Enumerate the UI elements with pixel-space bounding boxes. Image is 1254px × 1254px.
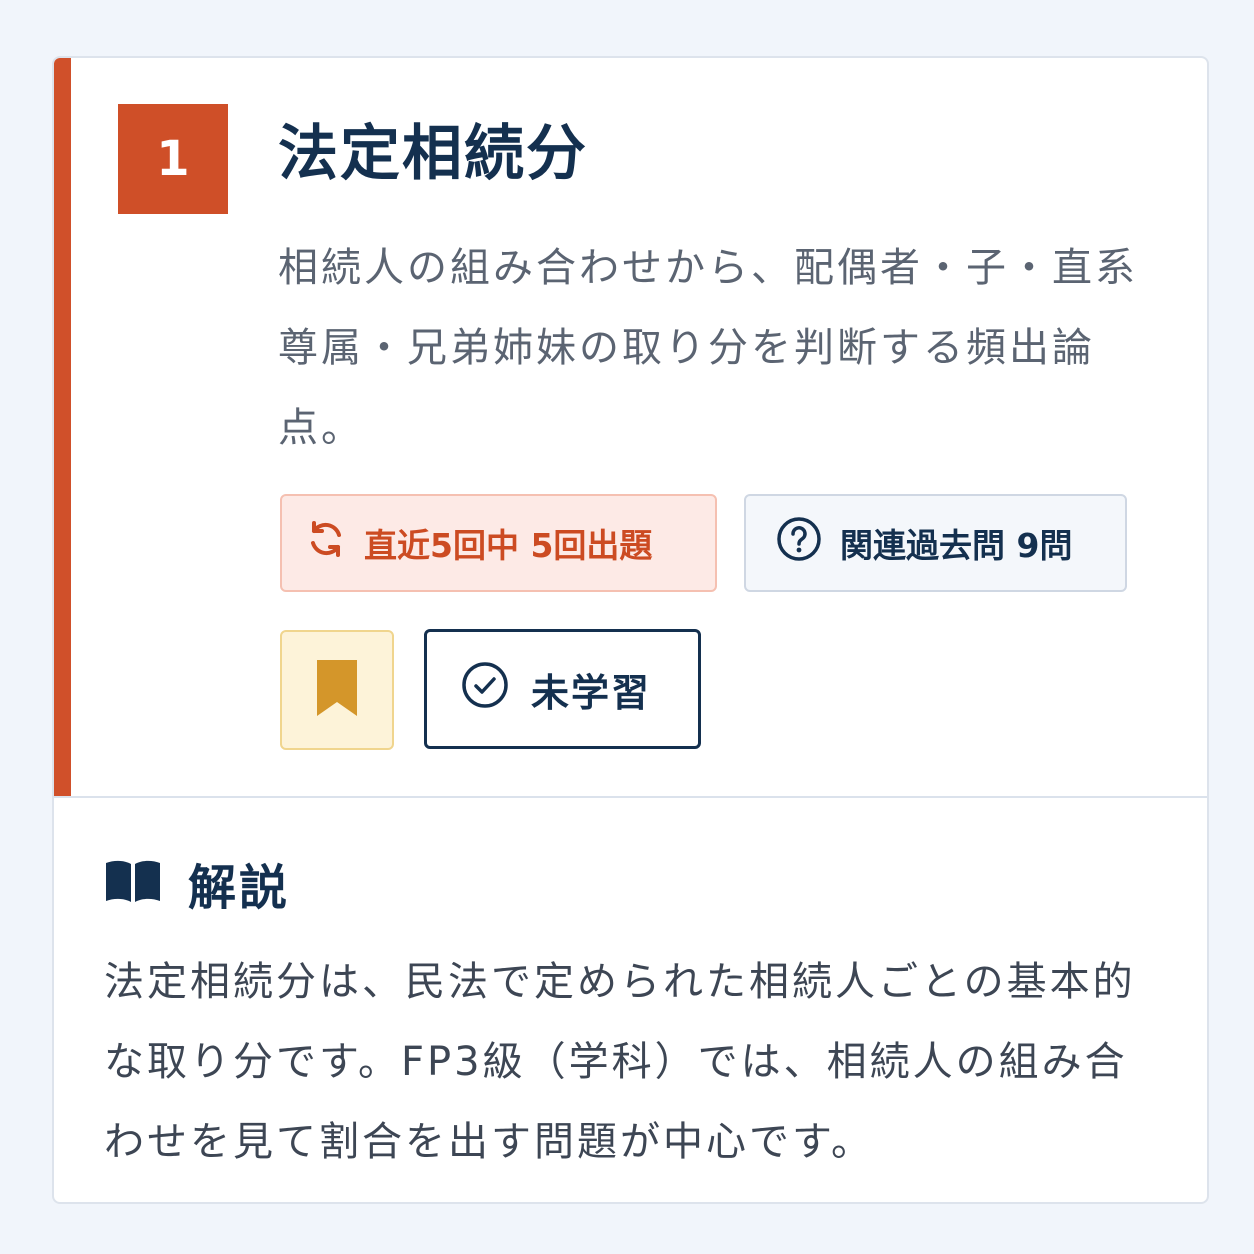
book-icon xyxy=(104,859,162,907)
topic-summary: 1 法定相続分 相続人の組み合わせから、配偶者・子・直系尊属・兄弟姉妹の取り分を… xyxy=(54,58,1207,798)
topic-description: 相続人の組み合わせから、配偶者・子・直系尊属・兄弟姉妹の取り分を判断する頻出論点… xyxy=(278,245,1138,451)
accent-bar xyxy=(54,58,71,798)
explanation-header: 解説 xyxy=(104,848,290,918)
bookmark-button[interactable] xyxy=(280,630,394,750)
frequency-label: 直近5回中 5回出題 xyxy=(364,526,653,565)
check-circle-icon xyxy=(461,661,509,718)
topic-number-badge: 1 xyxy=(118,104,228,214)
topic-title: 法定相続分 xyxy=(278,119,588,189)
refresh-icon xyxy=(306,519,346,567)
related-questions-label: 関連過去問 9問 xyxy=(840,526,1073,565)
explanation-body: 法定相続分は、民法で定められた相続人ごとの基本的な取り分です。FP3級（学科）で… xyxy=(104,959,1136,1165)
study-status-button[interactable]: 未学習 xyxy=(424,629,701,749)
bookmark-icon xyxy=(317,660,357,720)
section-divider xyxy=(54,796,1207,798)
question-circle-icon xyxy=(776,516,822,570)
related-questions-link[interactable]: 関連過去問 9問 xyxy=(744,494,1127,592)
study-status-label: 未学習 xyxy=(531,670,652,715)
topic-card: 1 法定相続分 相続人の組み合わせから、配偶者・子・直系尊属・兄弟姉妹の取り分を… xyxy=(52,56,1209,1204)
explanation-heading: 解説 xyxy=(188,860,291,916)
frequency-badge: 直近5回中 5回出題 xyxy=(280,494,717,592)
